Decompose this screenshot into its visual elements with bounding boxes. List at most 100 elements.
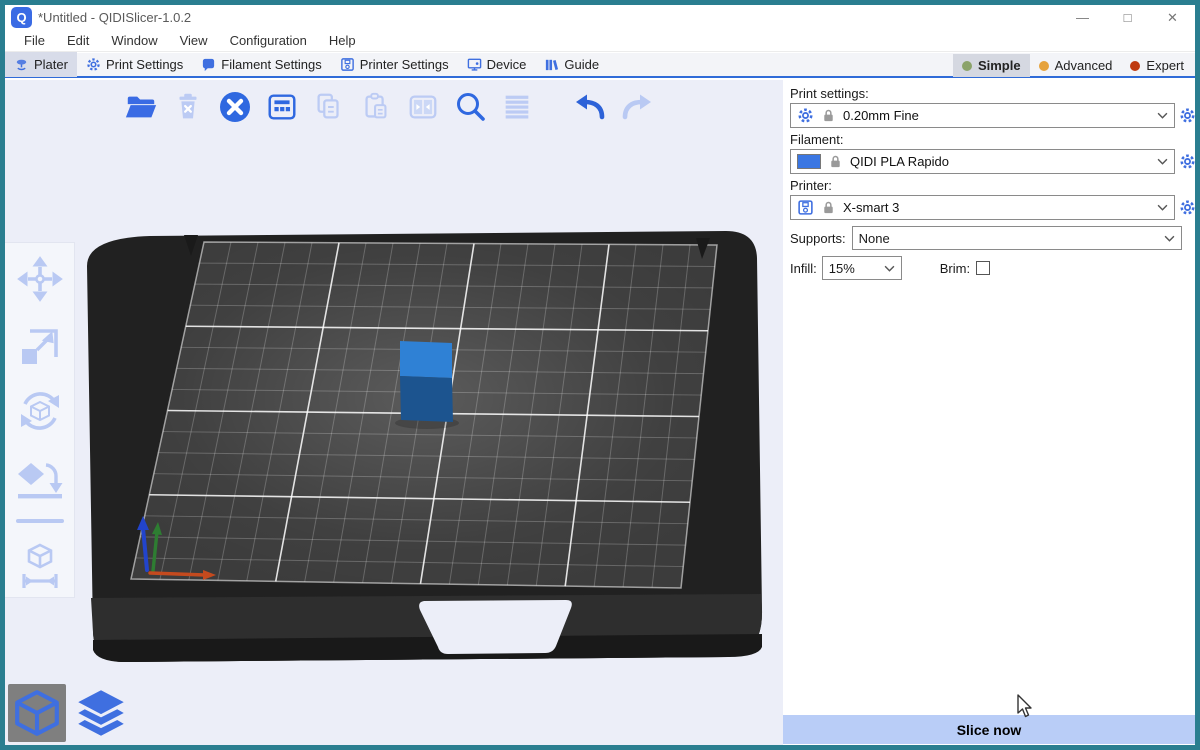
open-file-button[interactable] (122, 88, 159, 125)
printer-combo[interactable]: X-smart 3 (790, 195, 1175, 220)
lock-icon (821, 108, 836, 123)
tab-printer-settings[interactable]: Printer Settings (331, 52, 458, 77)
3d-viewport[interactable] (5, 80, 783, 745)
layers-view-icon (75, 687, 127, 739)
supports-row: Supports: None (790, 226, 1182, 250)
tab-label: Print Settings (106, 57, 183, 72)
redo-button[interactable] (618, 88, 655, 125)
paste-icon (359, 90, 393, 124)
3d-editor-view-button[interactable] (8, 684, 66, 742)
undo-button[interactable] (571, 88, 608, 125)
search-icon (452, 89, 488, 125)
chevron-down-icon (1164, 235, 1175, 242)
print-settings-value: 0.20mm Fine (843, 108, 919, 123)
tab-filament-settings[interactable]: Filament Settings (192, 52, 330, 77)
tab-plater[interactable]: Plater (5, 52, 77, 77)
move-tool-button[interactable] (16, 255, 64, 303)
minimize-button[interactable]: — (1060, 5, 1105, 30)
menu-window[interactable]: Window (100, 30, 168, 52)
menu-help[interactable]: Help (318, 30, 367, 52)
search-button[interactable] (451, 88, 488, 125)
tab-print-settings[interactable]: Print Settings (77, 52, 192, 77)
mode-simple[interactable]: Simple (953, 54, 1030, 77)
menu-view[interactable]: View (169, 30, 219, 52)
tab-guide[interactable]: Guide (535, 52, 608, 77)
delete-all-icon (217, 89, 253, 125)
mode-advanced[interactable]: Advanced (1030, 54, 1122, 77)
device-monitor-icon (467, 57, 482, 72)
tab-label: Filament Settings (221, 57, 321, 72)
model-cube[interactable] (400, 341, 453, 422)
menu-edit[interactable]: Edit (56, 30, 100, 52)
gizmo-toolbar (5, 242, 75, 598)
filament-combo[interactable]: QIDI PLA Rapido (790, 149, 1175, 174)
variable-layer-button[interactable] (498, 88, 535, 125)
preview-layers-view-button[interactable] (72, 684, 130, 742)
handle-cutout (419, 600, 572, 654)
delete-button[interactable] (169, 88, 206, 125)
mode-label: Expert (1146, 58, 1184, 73)
scale-tool-button[interactable] (16, 321, 64, 369)
printer-value: X-smart 3 (843, 200, 899, 215)
slice-now-button[interactable]: Slice now (783, 715, 1195, 744)
arrange-icon (265, 90, 299, 124)
printer-bed-scene (5, 80, 783, 745)
mode-expert[interactable]: Expert (1121, 54, 1193, 77)
supports-value: None (859, 231, 890, 246)
infill-label: Infill: (790, 261, 817, 276)
infill-value: 15% (829, 261, 855, 276)
filament-icon (201, 57, 216, 72)
lock-icon (821, 200, 836, 215)
view-switcher (8, 684, 130, 742)
redo-icon (619, 89, 655, 125)
rotate-tool-button[interactable] (16, 387, 64, 435)
menu-bar: File Edit Window View Configuration Help (5, 30, 1195, 52)
expert-dot (1130, 61, 1140, 71)
filament-color-swatch (797, 154, 821, 169)
advanced-dot (1039, 61, 1049, 71)
printer-icon (340, 57, 355, 72)
close-button[interactable]: ✕ (1150, 5, 1195, 30)
settings-panel: Print settings: 0.20mm Fine Filament: QI… (783, 80, 1195, 745)
guide-books-icon (544, 57, 559, 72)
menu-file[interactable]: File (13, 30, 56, 52)
mode-label: Simple (978, 58, 1021, 73)
maximize-button[interactable]: □ (1105, 5, 1150, 30)
trash-delete-icon (171, 90, 205, 124)
lock-icon (828, 154, 843, 169)
chevron-down-icon (884, 265, 895, 272)
split-button[interactable] (404, 88, 441, 125)
chevron-down-icon (1157, 158, 1168, 165)
edit-printer-button[interactable] (1179, 199, 1196, 216)
tab-label: Guide (564, 57, 599, 72)
mode-switcher: Simple Advanced Expert (953, 53, 1193, 78)
gizmo-separator (16, 519, 64, 523)
measure-tool-button[interactable] (16, 541, 64, 589)
brim-checkbox[interactable] (976, 261, 990, 275)
copy-button[interactable] (310, 88, 347, 125)
tab-device[interactable]: Device (458, 52, 536, 77)
filament-value: QIDI PLA Rapido (850, 154, 949, 169)
printer-label: Printer: (790, 178, 832, 193)
arrange-button[interactable] (263, 88, 300, 125)
split-objects-icon (406, 90, 440, 124)
cube-view-icon (12, 688, 62, 738)
chevron-down-icon (1157, 112, 1168, 119)
undo-icon (572, 89, 608, 125)
edit-print-settings-button[interactable] (1179, 107, 1196, 124)
tab-label: Device (487, 57, 527, 72)
tab-label: Printer Settings (360, 57, 449, 72)
open-folder-icon (124, 90, 158, 124)
plater-icon (14, 57, 29, 72)
edit-filament-button[interactable] (1179, 153, 1196, 170)
copy-icon (312, 90, 346, 124)
paste-button[interactable] (357, 88, 394, 125)
supports-combo[interactable]: None (852, 226, 1182, 250)
menu-configuration[interactable]: Configuration (219, 30, 318, 52)
infill-combo[interactable]: 15% (822, 256, 902, 280)
title-bar: Q *Untitled - QIDISlicer-1.0.2 — □ ✕ (5, 5, 1195, 30)
delete-all-button[interactable] (216, 88, 253, 125)
print-settings-combo[interactable]: 0.20mm Fine (790, 103, 1175, 128)
supports-label: Supports: (790, 231, 846, 246)
place-on-face-tool-button[interactable] (16, 453, 64, 501)
